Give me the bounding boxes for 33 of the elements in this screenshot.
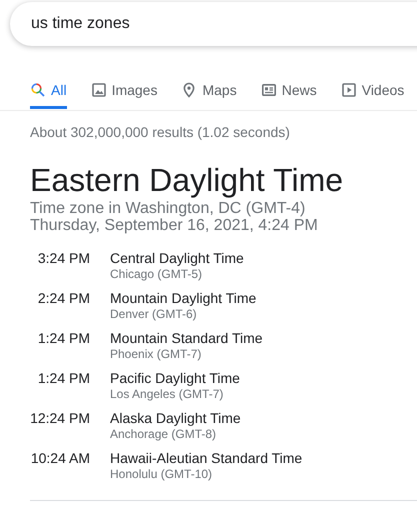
zone-name: Hawaii-Aleutian Standard Time bbox=[110, 450, 302, 467]
tab[interactable]: Images bbox=[90, 73, 158, 109]
zone-time: 1:24 PM bbox=[36, 330, 90, 348]
newspaper-icon bbox=[260, 82, 277, 98]
zone-city: Phoenix (GMT-7) bbox=[110, 347, 202, 361]
search-icon bbox=[30, 82, 46, 98]
tab[interactable]: All bbox=[30, 73, 67, 109]
zone-name: Mountain Standard Time bbox=[110, 330, 263, 347]
tab[interactable]: Videos bbox=[340, 73, 404, 109]
zone-city: Honolulu (GMT-10) bbox=[110, 467, 214, 481]
map-pin-icon bbox=[181, 82, 198, 98]
zone-time: 2:24 PM bbox=[36, 290, 90, 308]
zone-name: Alaska Daylight Time bbox=[110, 410, 241, 427]
tab[interactable]: News bbox=[260, 73, 317, 109]
zone-city: Chicago (GMT-5) bbox=[110, 267, 204, 281]
zone-time: 10:24 AM bbox=[30, 450, 90, 468]
tab[interactable]: Maps bbox=[181, 73, 237, 109]
zone-time: 3:24 PM bbox=[36, 250, 90, 268]
zone-time: 1:24 PM bbox=[36, 370, 90, 388]
zone-city: Anchorage (GMT-8) bbox=[110, 427, 218, 441]
image-icon bbox=[90, 82, 107, 98]
zone-city: Los Angeles (GMT-7) bbox=[110, 387, 224, 401]
current-datetime: Thursday, September 16, 2021, 4:24 PM bbox=[30, 217, 319, 234]
search-field[interactable]: us time zones bbox=[10, 2, 417, 46]
zone-name: Pacific Daylight Time bbox=[110, 370, 240, 387]
zone-city: Denver (GMT-6) bbox=[110, 307, 198, 321]
time-zone-title: Eastern Daylight Time bbox=[30, 161, 344, 200]
result-stats: About 302,000,000 results (1.02 seconds) bbox=[29, 124, 291, 140]
play-icon bbox=[340, 82, 357, 98]
zone-name: Central Daylight Time bbox=[110, 250, 244, 267]
zone-time: 12:24 PM bbox=[30, 410, 90, 428]
zone-name: Mountain Daylight Time bbox=[110, 290, 256, 307]
time-zone-location: Time zone in Washington, DC (GMT-4) bbox=[30, 200, 306, 217]
